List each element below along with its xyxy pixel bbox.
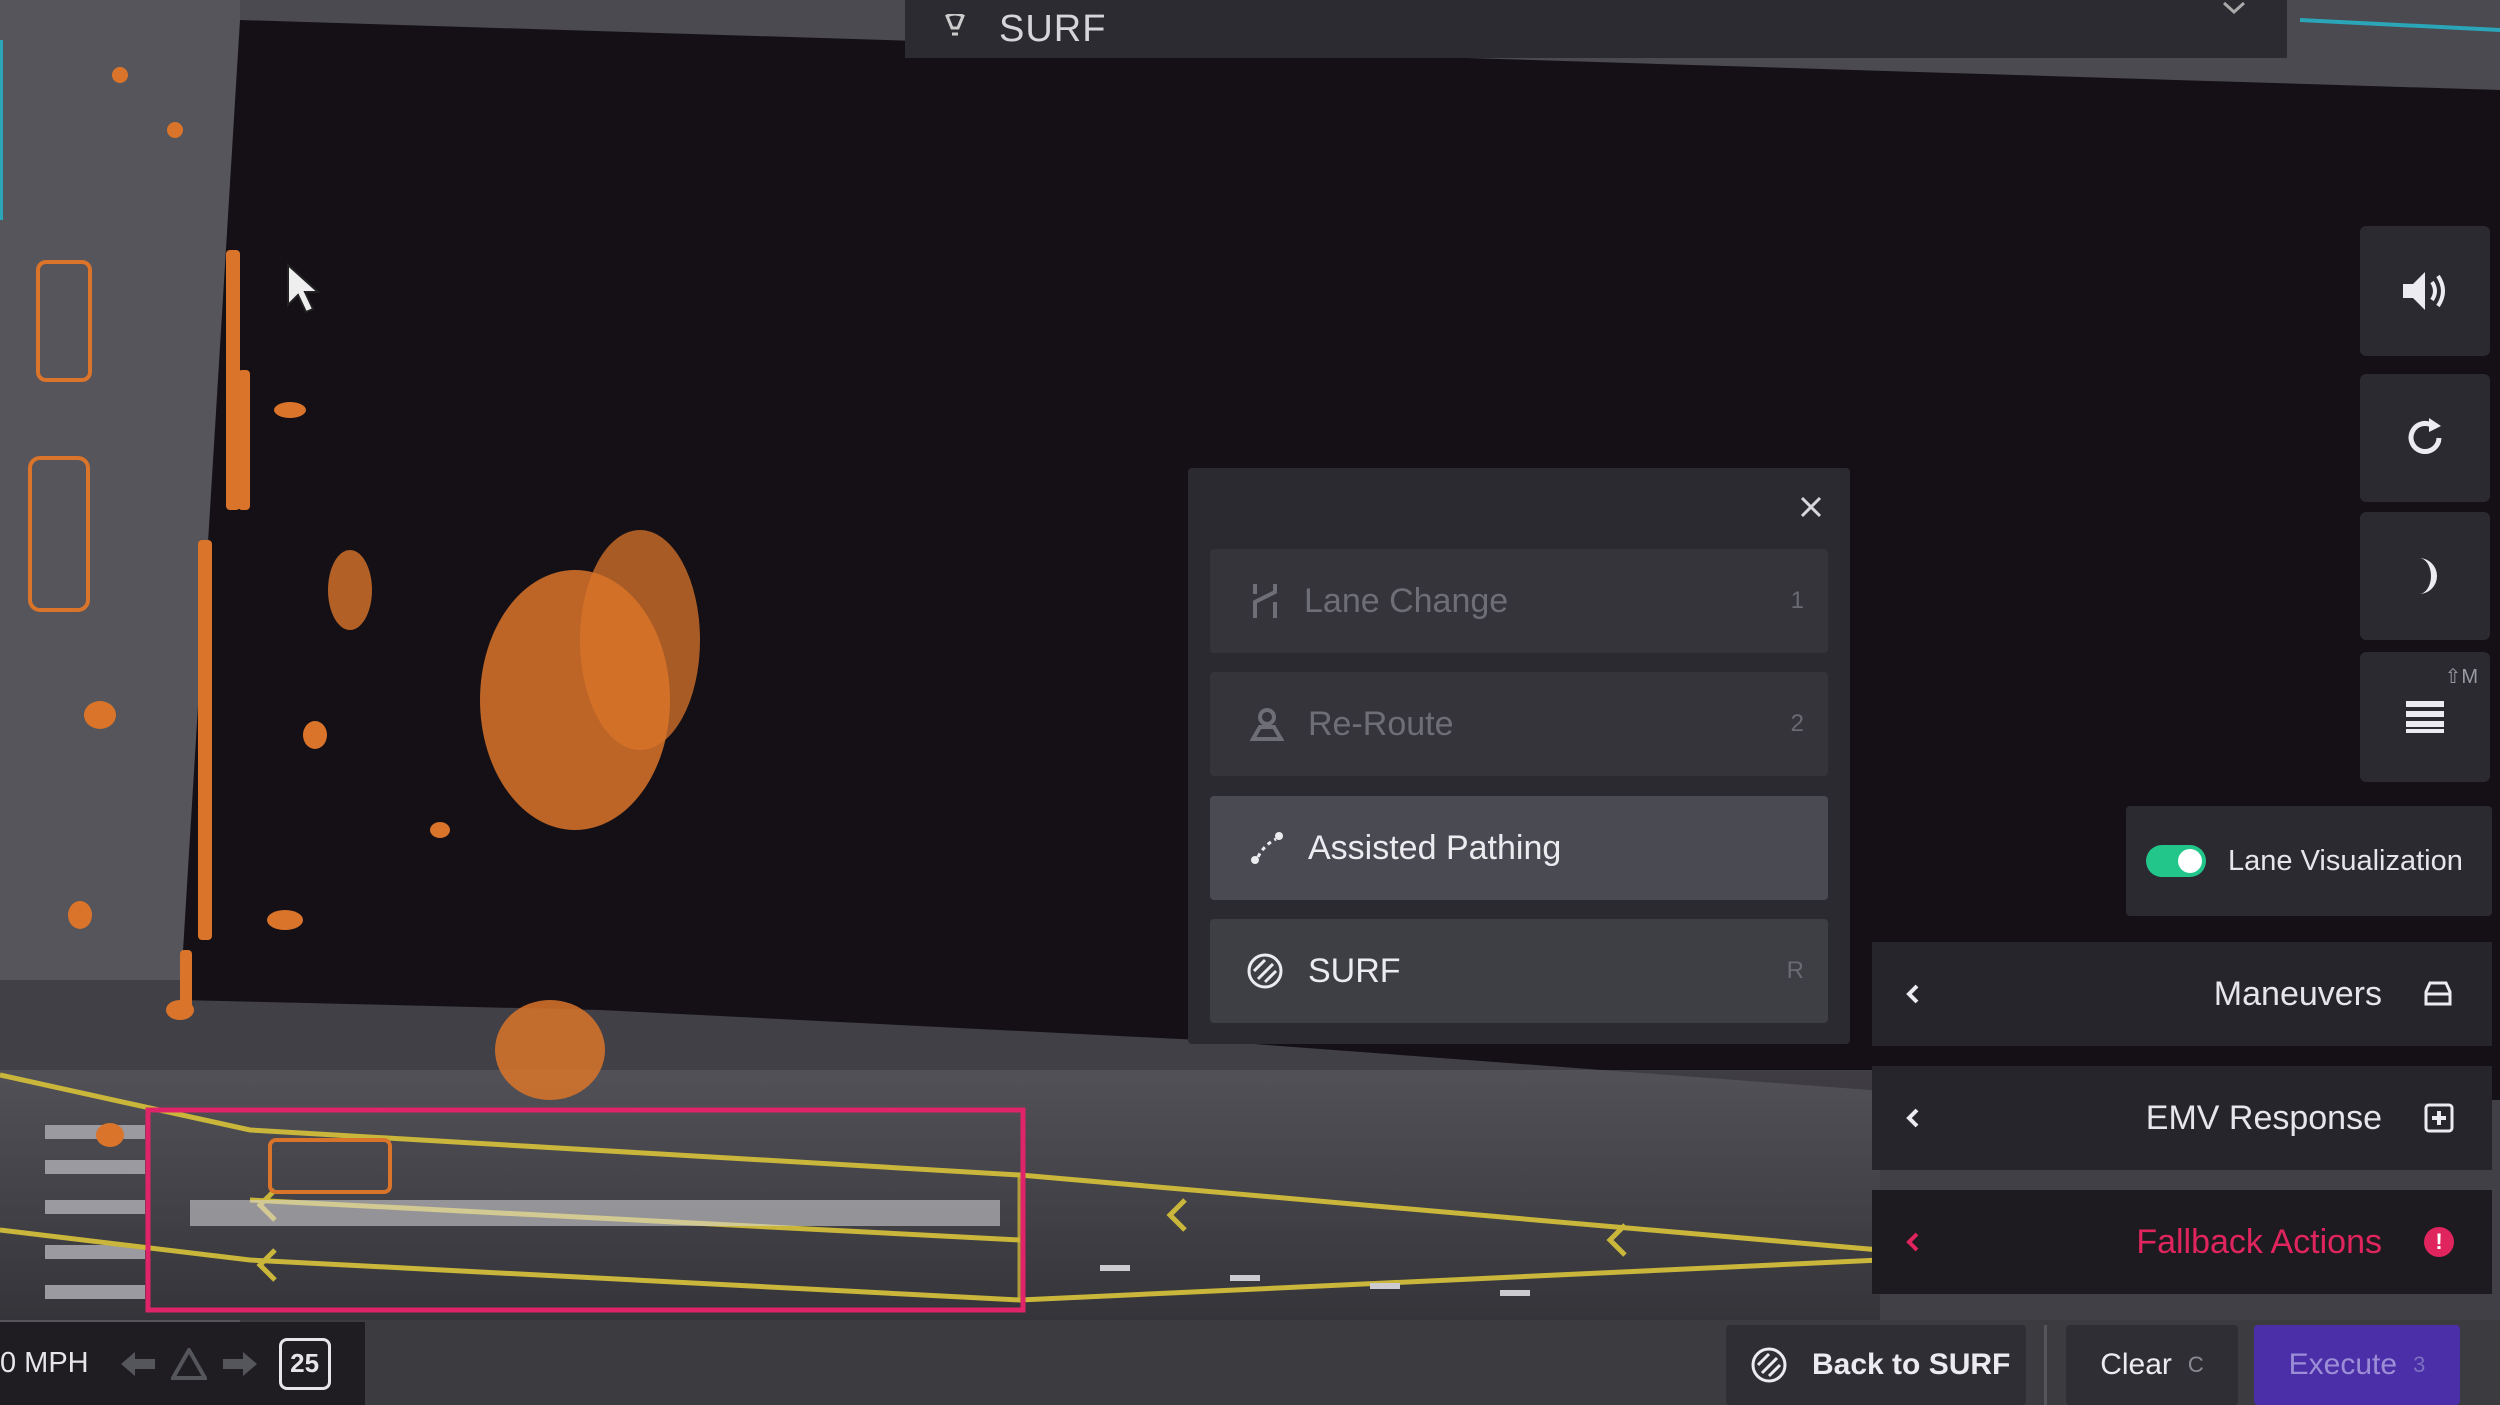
back-to-surf-label: Back to SURF — [1812, 1348, 2011, 1381]
emv-response-panel[interactable]: EMV Response — [1872, 1066, 2492, 1170]
shortcut-key: C — [2187, 1352, 2204, 1377]
execute-button[interactable]: Execute 3 — [2254, 1325, 2460, 1405]
shortcut-key: ⇧M — [2444, 666, 2478, 688]
chevron-left-icon — [1906, 1107, 1920, 1129]
alert-icon: ! — [2424, 1227, 2454, 1257]
toggle-knob — [2178, 849, 2202, 873]
moon-icon — [2405, 554, 2445, 598]
maneuver-menu: Lane Change 1 Re-Route 2 Assisted Pathin… — [1188, 468, 1850, 1044]
fallback-actions-panel[interactable]: Fallback Actions ! — [1872, 1190, 2492, 1294]
speed-limit-sign: 25 — [278, 1337, 331, 1390]
lightbulb-icon — [941, 14, 969, 44]
emv-response-label: EMV Response — [2145, 1098, 2382, 1137]
page-title: SURF — [999, 7, 1107, 50]
layers-list-button[interactable]: ⇧M — [2360, 652, 2490, 782]
surf-icon — [1246, 952, 1284, 990]
refresh-button[interactable] — [2360, 374, 2490, 502]
shortcut-key: 1 — [1790, 587, 1804, 614]
lane-change-icon — [1250, 582, 1280, 620]
fallback-actions-label: Fallback Actions — [2136, 1222, 2382, 1261]
speed-readout: 0 MPH — [0, 1347, 89, 1379]
surf-icon — [1750, 1346, 1788, 1384]
status-bar: 0 MPH 25 — [0, 1322, 365, 1405]
execute-label: Execute — [2288, 1348, 2398, 1381]
shortcut-key: 2 — [1790, 710, 1804, 737]
shortcut-key: R — [1786, 957, 1804, 984]
turn-right-icon — [221, 1350, 259, 1378]
chevron-left-icon — [1906, 1231, 1920, 1253]
refresh-icon — [2403, 416, 2447, 460]
shortcut-key: 3 — [2413, 1352, 2426, 1377]
turn-left-icon — [119, 1350, 157, 1378]
chevron-down-icon[interactable] — [2221, 0, 2247, 21]
toggle-switch[interactable] — [2146, 845, 2206, 877]
top-bar[interactable]: SURF — [905, 0, 2287, 58]
back-to-surf-button[interactable]: Back to SURF — [1726, 1325, 2026, 1405]
close-icon[interactable] — [1794, 490, 1828, 524]
menu-item-lane-change[interactable]: Lane Change 1 — [1210, 549, 1828, 653]
night-mode-button[interactable] — [2360, 512, 2490, 640]
menu-item-surf[interactable]: SURF R — [1210, 919, 1828, 1023]
menu-item-label: Assisted Pathing — [1308, 828, 1562, 867]
divider — [2044, 1325, 2047, 1405]
reroute-icon — [1250, 707, 1284, 741]
speaker-icon — [2399, 268, 2451, 314]
lane-visualization-label: Lane Visualization — [2228, 844, 2463, 877]
medical-cross-icon — [2424, 1103, 2454, 1133]
assisted-pathing-icon — [1250, 831, 1284, 865]
hazard-icon — [170, 1347, 207, 1380]
clear-button[interactable]: Clear C — [2066, 1325, 2238, 1405]
car-icon — [2422, 980, 2454, 1008]
menu-item-assisted-pathing[interactable]: Assisted Pathing — [1210, 796, 1828, 900]
menu-item-label: Lane Change — [1304, 581, 1509, 620]
list-icon — [2404, 699, 2446, 735]
lane-visualization-toggle[interactable]: Lane Visualization — [2126, 806, 2492, 916]
maneuvers-panel[interactable]: Maneuvers — [1872, 942, 2492, 1046]
menu-item-label: Re-Route — [1308, 704, 1454, 743]
menu-item-label: SURF — [1308, 951, 1401, 990]
chevron-left-icon — [1906, 983, 1920, 1005]
sound-button[interactable] — [2360, 226, 2490, 356]
maneuvers-label: Maneuvers — [2213, 974, 2382, 1013]
clear-label: Clear — [2100, 1348, 2172, 1381]
menu-item-reroute[interactable]: Re-Route 2 — [1210, 672, 1828, 776]
